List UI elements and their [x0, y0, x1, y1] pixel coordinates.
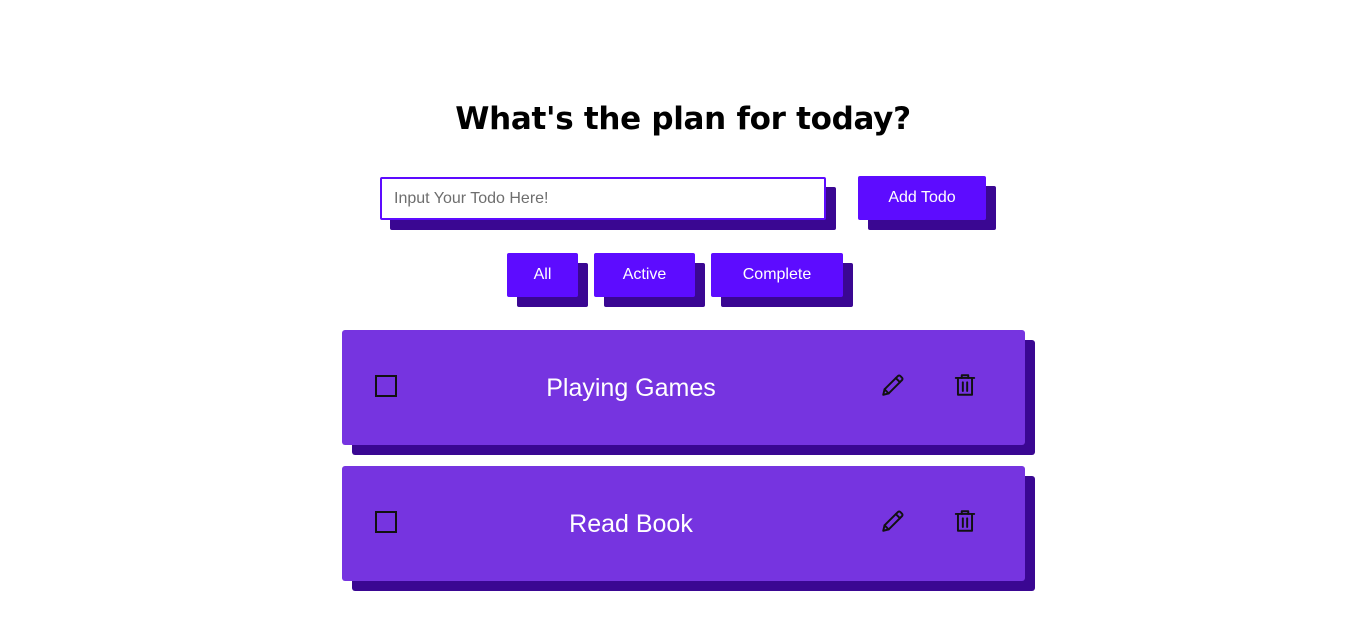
filter-complete-button[interactable]: Complete: [711, 253, 843, 297]
todo-item: Read Book: [342, 466, 1025, 581]
delete-todo-button[interactable]: [951, 371, 979, 399]
page-title: What's the plan for today?: [455, 101, 911, 137]
todo-text: Playing Games: [546, 374, 716, 402]
todo-app: What's the plan for today? Add Todo All …: [0, 0, 1366, 638]
add-todo-button[interactable]: Add Todo: [858, 176, 986, 220]
todo-checkbox[interactable]: [375, 375, 397, 397]
pencil-icon: [880, 508, 906, 534]
filter-all-button[interactable]: All: [507, 253, 578, 297]
todo-input[interactable]: [380, 177, 826, 220]
edit-todo-button[interactable]: [879, 507, 907, 535]
filter-active-button[interactable]: Active: [594, 253, 695, 297]
pencil-icon: [880, 372, 906, 398]
delete-todo-button[interactable]: [951, 507, 979, 535]
todo-checkbox[interactable]: [375, 511, 397, 533]
todo-text: Read Book: [569, 510, 693, 538]
trash-icon: [952, 372, 978, 398]
todo-item: Playing Games: [342, 330, 1025, 445]
trash-icon: [952, 508, 978, 534]
edit-todo-button[interactable]: [879, 371, 907, 399]
